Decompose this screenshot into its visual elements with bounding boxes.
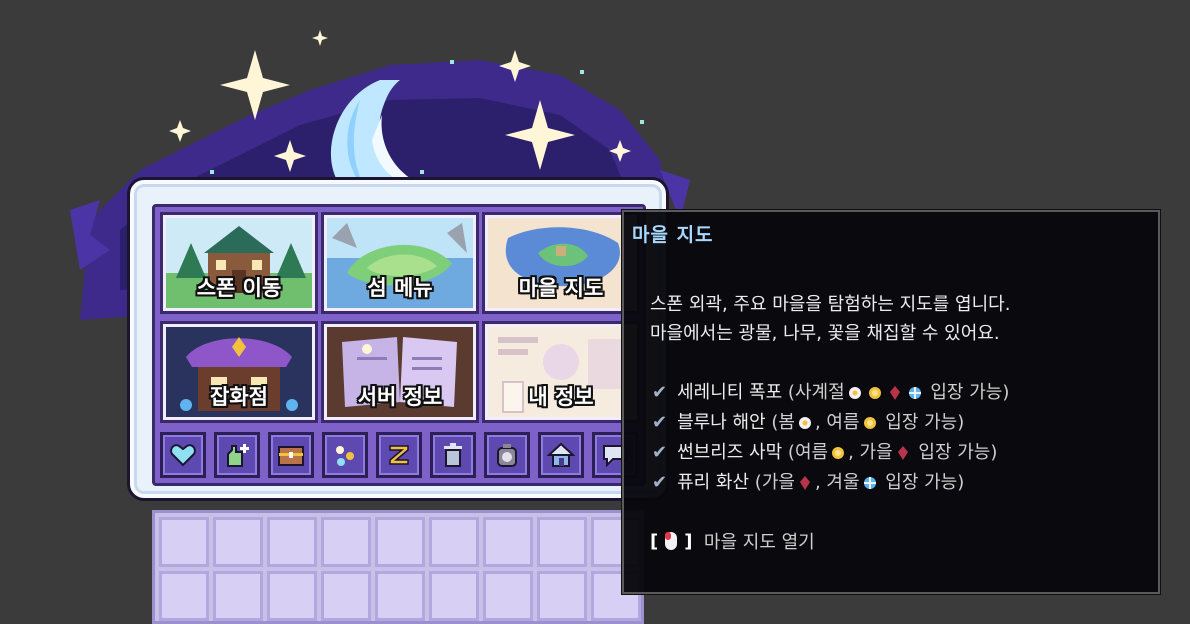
- inventory-slot[interactable]: [267, 517, 317, 567]
- inventory-slot[interactable]: [483, 517, 533, 567]
- inventory-slot[interactable]: [267, 571, 317, 621]
- location-name: 블루나 해안: [677, 412, 766, 433]
- inventory-slot[interactable]: [537, 517, 587, 567]
- tile-label: 잡화점: [210, 385, 268, 409]
- summer-sun-icon: [868, 387, 881, 399]
- location-season: 가을: [859, 442, 893, 463]
- location-row: ✔ 퓨리 화산 (가을 , 겨울 입장 가능): [652, 468, 1009, 498]
- summer-sun-icon: [863, 417, 876, 429]
- house-icon: [547, 442, 575, 467]
- inventory-grid: [152, 510, 644, 624]
- trash-button[interactable]: [430, 432, 476, 478]
- autumn-leaf-icon: [799, 476, 810, 490]
- location-entry: 입장 가능): [918, 442, 998, 463]
- spring-flower-icon: [798, 417, 811, 429]
- island-menu-tile[interactable]: 섬 메뉴: [321, 212, 479, 314]
- location-season: 겨울: [826, 472, 860, 493]
- location-entry: 입장 가능): [930, 382, 1010, 403]
- inventory-slot[interactable]: [375, 517, 425, 567]
- location-name: 세레니티 폭포: [677, 382, 783, 403]
- trash-icon: [444, 443, 462, 467]
- inventory-slot[interactable]: [375, 571, 425, 621]
- afk-button[interactable]: [376, 432, 422, 478]
- location-row: ✔ 썬브리즈 사막 (여름 , 가을 입장 가능): [652, 438, 1009, 468]
- inventory-slot[interactable]: [159, 517, 209, 567]
- tooltip-title: 마을 지도: [632, 224, 714, 246]
- footer-action-label: 마을 지도 열기: [703, 532, 815, 553]
- bracket-close: ]: [684, 530, 693, 552]
- summer-sun-icon: [832, 447, 845, 459]
- tile-label: 스폰 이동: [196, 276, 282, 300]
- location-name: 썬브리즈 사막: [677, 442, 783, 463]
- check-icon: ✔: [652, 382, 668, 403]
- storage-chest-button[interactable]: [268, 432, 314, 478]
- general-store-tile[interactable]: 잡화점: [160, 321, 318, 423]
- friend-request-button[interactable]: [214, 432, 260, 478]
- main-menu-panel: 스폰 이동 섬 메뉴 마을 지도 잡화점 서버 정보 내 정보: [130, 180, 666, 498]
- home-button[interactable]: [538, 432, 584, 478]
- location-entry: 입장 가능): [885, 412, 965, 433]
- village-map-tooltip: 마을 지도 스폰 외곽, 주요 마을을 탐험하는 지도를 엽니다. 마을에서는 …: [622, 210, 1160, 594]
- location-season: 여름: [826, 412, 860, 433]
- tile-label: 마을 지도: [518, 276, 604, 300]
- inventory-slot[interactable]: [159, 571, 209, 621]
- inventory-slot[interactable]: [429, 571, 479, 621]
- winter-snowflake-icon: [908, 387, 921, 399]
- location-row: ✔ 블루나 해안 (봄 , 여름 입장 가능): [652, 408, 1009, 438]
- check-icon: ✔: [652, 472, 668, 493]
- tooltip-footer: [ ] 마을 지도 열기: [650, 528, 815, 554]
- inventory-slot[interactable]: [483, 571, 533, 621]
- location-name: 퓨리 화산: [677, 472, 750, 493]
- tile-label: 내 정보: [528, 385, 594, 409]
- sleep-z-icon: [389, 445, 409, 465]
- village-map-tile[interactable]: 마을 지도: [482, 212, 640, 314]
- description-line: 스폰 외곽, 주요 마을을 탐험하는 지도를 엽니다.: [650, 294, 1011, 315]
- spring-flower-icon: [848, 387, 861, 399]
- description-line: 마을에서는 광물, 나무, 꽃을 채집할 수 있어요.: [650, 323, 1000, 344]
- heart-icon: [170, 444, 196, 467]
- inventory-slot[interactable]: [213, 571, 263, 621]
- favorites-button[interactable]: [160, 432, 206, 478]
- bracket-open: [: [650, 530, 659, 552]
- autumn-leaf-icon: [897, 446, 908, 460]
- check-icon: ✔: [652, 412, 668, 433]
- location-row: ✔ 세레니티 폭포 (사계절 입장 가능): [652, 378, 1009, 408]
- winter-snowflake-icon: [863, 477, 876, 489]
- location-season: (봄: [771, 412, 795, 433]
- inventory-slot[interactable]: [321, 571, 371, 621]
- check-icon: ✔: [652, 442, 668, 463]
- hand-plus-icon: [227, 444, 249, 467]
- mouse-left-click-icon: [665, 532, 678, 550]
- inventory-slot[interactable]: [429, 517, 479, 567]
- menu-tile-grid: 스폰 이동 섬 메뉴 마을 지도 잡화점 서버 정보 내 정보: [152, 204, 646, 486]
- backpack-button[interactable]: [484, 432, 530, 478]
- inventory-slot[interactable]: [321, 517, 371, 567]
- tile-label: 섬 메뉴: [367, 276, 433, 300]
- location-season: (사계절: [787, 382, 845, 403]
- autumn-leaf-icon: [889, 386, 900, 400]
- backpack-icon: [497, 444, 517, 467]
- location-entry: 입장 가능): [885, 472, 965, 493]
- chest-icon: [278, 446, 304, 466]
- spawn-teleport-tile[interactable]: 스폰 이동: [160, 212, 318, 314]
- dots-icon: [336, 446, 354, 466]
- inventory-slot[interactable]: [213, 517, 263, 567]
- server-info-tile[interactable]: 서버 정보: [321, 321, 479, 423]
- location-list: ✔ 세레니티 폭포 (사계절 입장 가능) ✔ 블루나 해안 (봄 , 여름 입…: [652, 378, 1009, 498]
- party-button[interactable]: [322, 432, 368, 478]
- tile-label: 서버 정보: [357, 385, 443, 409]
- location-season: (여름: [787, 442, 829, 463]
- inventory-slot[interactable]: [537, 571, 587, 621]
- tooltip-description: 스폰 외곽, 주요 마을을 탐험하는 지도를 엽니다. 마을에서는 광물, 나무…: [650, 290, 1010, 348]
- my-info-tile[interactable]: 내 정보: [482, 321, 640, 423]
- location-season: (가을: [754, 472, 795, 493]
